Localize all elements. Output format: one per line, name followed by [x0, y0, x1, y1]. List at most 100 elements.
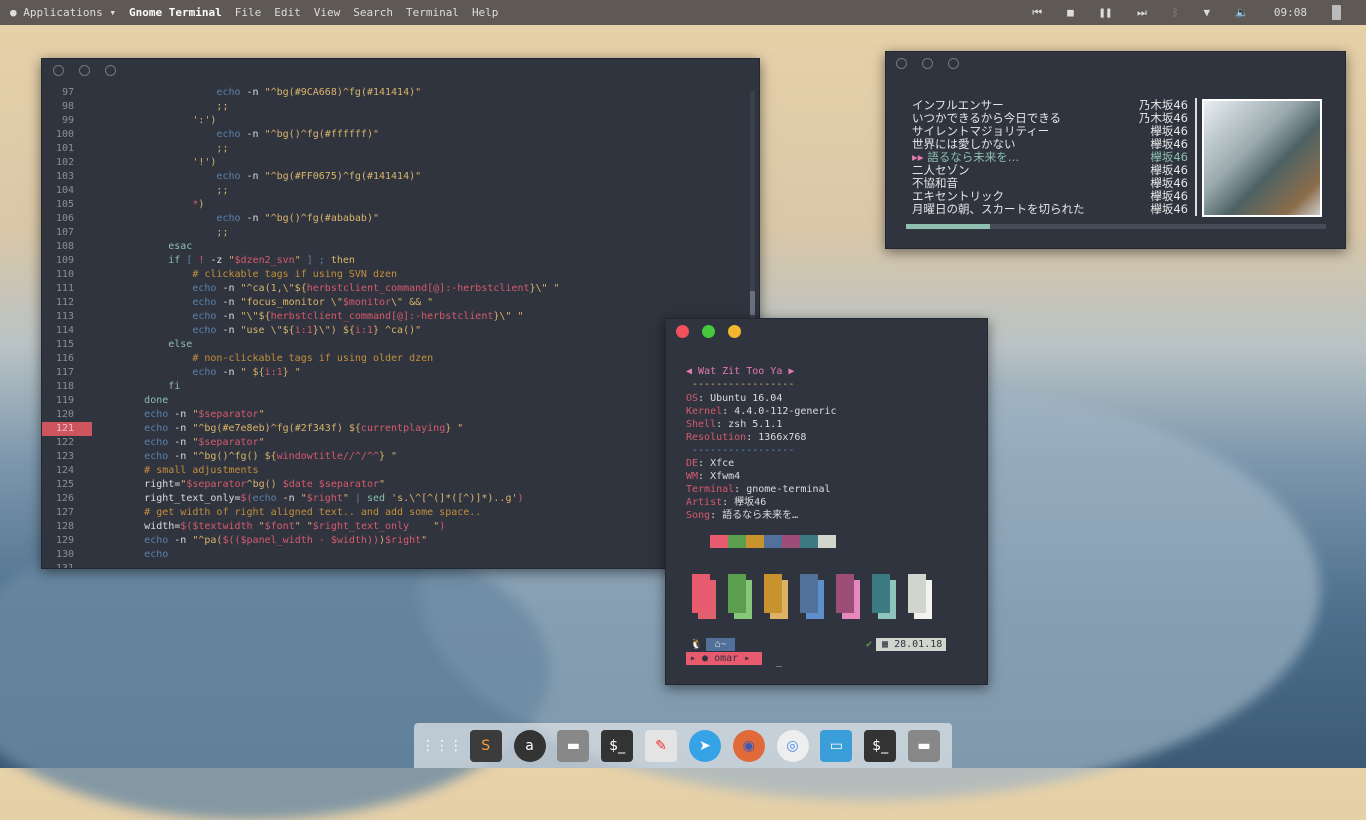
- window-maximize-button[interactable]: [702, 325, 715, 338]
- menu-view[interactable]: View: [314, 6, 341, 19]
- window-maximize-button[interactable]: [948, 58, 959, 69]
- info-value: 欅坂46: [734, 497, 767, 508]
- previous-icon[interactable]: ⏮: [1032, 6, 1042, 20]
- wifi-icon[interactable]: ▼: [1204, 6, 1211, 19]
- code-token: -n: [246, 213, 265, 224]
- applications-menu[interactable]: ● Applications ▾: [10, 6, 116, 19]
- code-token: # get width of right aligned text.. and …: [144, 507, 482, 518]
- progress-bar[interactable]: [906, 224, 1326, 229]
- terminal-icon[interactable]: $_: [601, 729, 634, 762]
- files-icon[interactable]: ▬: [908, 729, 941, 762]
- code-text: fi: [92, 380, 180, 394]
- code-token: echo: [144, 423, 175, 434]
- info-label: Shell: [686, 419, 717, 430]
- files-icon[interactable]: ▬: [557, 729, 590, 762]
- code-text: ;;: [92, 142, 228, 156]
- menu-file[interactable]: File: [235, 6, 262, 19]
- chrome-icon[interactable]: ◎: [776, 729, 809, 762]
- firefox-icon[interactable]: ◉: [732, 729, 765, 762]
- code-text: echo -n "use \"${i:1}\") ${i:1} ^ca()": [92, 324, 421, 338]
- code-token: -n: [246, 87, 265, 98]
- info-value: Ubuntu 16.04: [710, 393, 783, 404]
- code-token: } ": [282, 367, 301, 378]
- window-maximize-button[interactable]: [105, 65, 116, 76]
- code-line: 105 *): [42, 198, 747, 212]
- code-token: # small adjustments: [144, 465, 259, 476]
- track-artist: 欅坂46: [1150, 202, 1188, 216]
- line-number: 116: [55, 353, 74, 364]
- info-label: Artist: [686, 497, 723, 508]
- code-token: "use \"${: [240, 325, 295, 336]
- text-editor-icon[interactable]: ✎: [645, 729, 678, 762]
- code-line: 131: [42, 562, 747, 568]
- menu-terminal[interactable]: Terminal: [406, 6, 459, 19]
- terminal-icon[interactable]: $_: [864, 729, 897, 762]
- code-token: -n: [222, 325, 241, 336]
- window-close-button[interactable]: [53, 65, 64, 76]
- code-token: $right: [306, 493, 343, 504]
- code-text: right="$separator^bg() $date $separator": [92, 478, 385, 492]
- code-token: \" && ": [391, 297, 434, 308]
- code-area[interactable]: 97 echo -n "^bg(#9CA668)^fg(#141414)" 98 …: [42, 86, 747, 568]
- sublime-text-icon[interactable]: S: [469, 729, 502, 762]
- code-token: $separator: [198, 437, 259, 448]
- amazon-icon[interactable]: a: [513, 729, 546, 762]
- code-line: 119 done: [42, 394, 747, 408]
- code-token: ": [421, 535, 428, 546]
- track-title: エキセントリック: [912, 189, 1004, 203]
- code-token: }\" ": [529, 283, 560, 294]
- window-minimize-button[interactable]: [922, 58, 933, 69]
- line-number: 117: [55, 367, 74, 378]
- info-value: 語るなら未来を…: [722, 510, 799, 521]
- battery-icon[interactable]: [1332, 5, 1341, 20]
- code-token: -n: [222, 311, 241, 322]
- color-block: [908, 574, 932, 619]
- line-number: 105: [55, 199, 74, 210]
- stop-icon[interactable]: ■: [1067, 6, 1074, 19]
- bluetooth-icon[interactable]: ᛒ: [1172, 6, 1179, 19]
- pause-icon[interactable]: ❚❚: [1099, 6, 1112, 19]
- window-close-button[interactable]: [676, 325, 689, 338]
- code-token: $date $separator: [282, 479, 379, 490]
- window-minimize-button[interactable]: [728, 325, 741, 338]
- code-line: 124 # small adjustments: [42, 464, 747, 478]
- code-line: 122 echo -n "$separator": [42, 436, 747, 450]
- code-token: $right: [385, 535, 422, 546]
- code-token: -z: [210, 255, 229, 266]
- volume-icon[interactable]: 🔈: [1235, 6, 1249, 19]
- code-token: "^bg(#FF0675)^fg(#141414)": [264, 171, 422, 182]
- code-text: if [ ! -z "$dzen2_svn" ] ; then: [92, 254, 355, 268]
- next-icon[interactable]: ⏭: [1137, 6, 1147, 20]
- menu-help[interactable]: Help: [472, 6, 499, 19]
- code-line: 107 ;;: [42, 226, 747, 240]
- telegram-icon[interactable]: ➤: [688, 729, 721, 762]
- code-token: ": [342, 493, 355, 504]
- code-text: done: [92, 394, 168, 408]
- dock: ⋮⋮⋮ Sa ▬ $_ ✎ ➤ ◉ ◎ ▭ $_ ▬: [414, 723, 952, 768]
- code-token: echo: [144, 535, 175, 546]
- clock[interactable]: 09:08: [1274, 6, 1307, 19]
- palette-swatch: [818, 535, 836, 548]
- code-token: "^bg()^fg(#ababab)": [264, 213, 379, 224]
- track-item[interactable]: 月曜日の朝、スカートを切られた 欅坂46: [912, 203, 1188, 216]
- track-title: いつかできるから今日できる: [912, 111, 1062, 125]
- code-token: "^bg(#e7e8eb)^fg(#2f343f) ${: [192, 423, 361, 434]
- scrollbar-thumb[interactable]: [750, 291, 755, 315]
- code-line: 120 echo -n "$separator": [42, 408, 747, 422]
- app-grid-icon[interactable]: ⋮⋮⋮: [421, 730, 463, 762]
- menu-edit[interactable]: Edit: [274, 6, 301, 19]
- code-token: $(: [240, 493, 253, 504]
- cursor[interactable]: _: [776, 655, 782, 668]
- code-token: 's.\^[^(]*([^)]*)..g': [391, 493, 518, 504]
- window-manager-icon[interactable]: ▭: [820, 729, 853, 762]
- separator: -----------------: [692, 445, 795, 456]
- window-close-button[interactable]: [896, 58, 907, 69]
- color-block: [728, 574, 752, 619]
- menu-search[interactable]: Search: [353, 6, 393, 19]
- line-number: 102: [55, 157, 74, 168]
- code-line: 104 ;;: [42, 184, 747, 198]
- window-minimize-button[interactable]: [79, 65, 90, 76]
- track-title: インフルエンサー: [912, 98, 1004, 112]
- line-number: 124: [55, 465, 74, 476]
- code-editor-window: 97 echo -n "^bg(#9CA668)^fg(#141414)" 98 …: [41, 58, 760, 569]
